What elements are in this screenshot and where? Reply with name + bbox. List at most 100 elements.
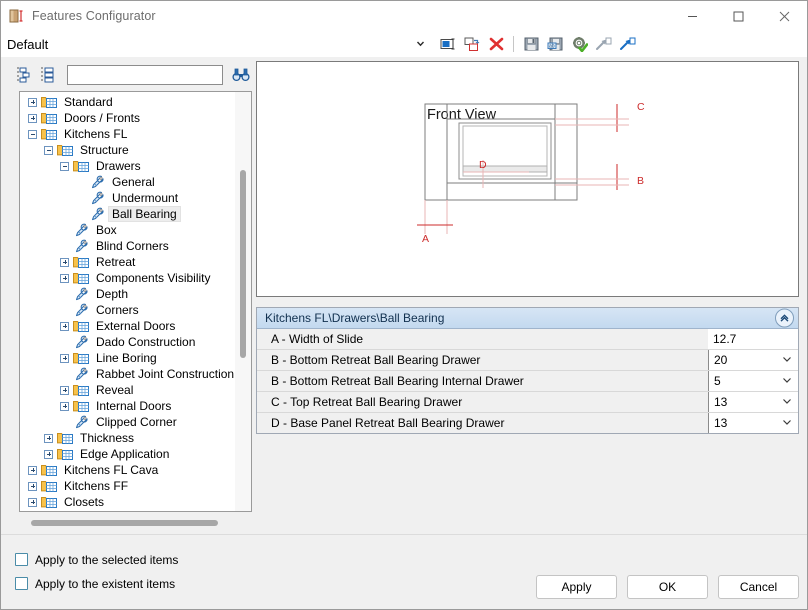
tree-node-spacer	[58, 368, 71, 381]
expand-node-icon[interactable]	[26, 96, 39, 109]
expand-node-icon[interactable]	[26, 464, 39, 477]
expand-node-icon[interactable]	[42, 432, 55, 445]
tree-horizontal-scrollbar[interactable]	[19, 514, 252, 531]
property-grid: Kitchens FL\Drawers\Ball Bearing A - Wid…	[256, 307, 799, 434]
binoculars-icon[interactable]	[230, 64, 252, 86]
checkbox-label: Apply to the existent items	[35, 576, 176, 591]
export-icon[interactable]	[592, 33, 614, 55]
import-icon[interactable]	[616, 33, 638, 55]
save-icon[interactable]	[520, 33, 542, 55]
tree-node[interactable]: Internal Doors	[20, 398, 251, 414]
tree-node[interactable]: Standard	[20, 94, 251, 110]
checkbox-row[interactable]: Apply to the selected items	[15, 548, 807, 572]
cancel-button[interactable]: Cancel	[718, 575, 799, 599]
apply-button[interactable]: Apply	[536, 575, 617, 599]
collapse-node-icon[interactable]	[26, 128, 39, 141]
tree-nodes: Standard Doors / Fronts Kitchens FL Structu…	[20, 92, 251, 511]
collapse-all-icon[interactable]	[15, 65, 35, 85]
close-button[interactable]	[761, 1, 807, 31]
duplicate-icon[interactable]	[461, 33, 483, 55]
expand-node-icon[interactable]	[58, 272, 71, 285]
tree-node[interactable]: Kitchens FL Cava	[20, 462, 251, 478]
tree-node-spacer	[58, 288, 71, 301]
preset-toolbar-row: Default ab	[1, 31, 807, 57]
tree-node[interactable]: Doors / Fronts	[20, 110, 251, 126]
tree-node[interactable]: Reveal	[20, 382, 251, 398]
tree-node[interactable]: Kitchens FL	[20, 126, 251, 142]
tree-node[interactable]: Rabbet Joint Construction	[20, 366, 251, 382]
tree-vertical-scrollbar[interactable]	[235, 92, 251, 511]
tree-node[interactable]: Line Boring	[20, 350, 251, 366]
expand-node-icon[interactable]	[58, 384, 71, 397]
tree-vscroll-thumb[interactable]	[240, 170, 246, 358]
chevron-down-icon[interactable]	[782, 353, 792, 367]
folder-icon	[41, 95, 58, 109]
main-toolbar: ab	[433, 31, 807, 57]
tree-node-label: Retreat	[96, 255, 136, 269]
property-combobox[interactable]: 20	[708, 350, 798, 370]
maximize-button[interactable]	[715, 1, 761, 31]
tree-node[interactable]: Clipped Corner	[20, 414, 251, 430]
chevron-down-icon[interactable]	[782, 395, 792, 409]
feature-item-icon	[73, 287, 90, 301]
collapse-panel-button[interactable]	[775, 308, 794, 328]
expand-node-icon[interactable]	[26, 112, 39, 125]
tree-node[interactable]: Closets	[20, 494, 251, 510]
tree-node[interactable]: Depth	[20, 286, 251, 302]
tree-node[interactable]: Thickness	[20, 430, 251, 446]
tree-node[interactable]: Structure	[20, 142, 251, 158]
expand-node-icon[interactable]	[42, 448, 55, 461]
tree-node[interactable]: Components Visibility	[20, 270, 251, 286]
expand-node-icon[interactable]	[26, 496, 39, 509]
chevron-down-icon[interactable]	[782, 416, 792, 430]
tree-node-label: Drawers	[96, 159, 141, 173]
tree-node[interactable]	[20, 510, 251, 511]
ok-button[interactable]: OK	[627, 575, 708, 599]
tree-node[interactable]: Box	[20, 222, 251, 238]
expand-node-icon[interactable]	[58, 400, 71, 413]
property-text-input[interactable]: 12.7	[708, 329, 798, 349]
property-row: D - Base Panel Retreat Ball Bearing Draw…	[257, 413, 798, 433]
checkbox[interactable]	[15, 577, 28, 590]
checkbox[interactable]	[15, 553, 28, 566]
search-input-wrapper[interactable]	[67, 65, 223, 85]
delete-icon[interactable]	[485, 33, 507, 55]
tree-node[interactable]: Corners	[20, 302, 251, 318]
expand-node-icon[interactable]	[58, 256, 71, 269]
expand-node-icon[interactable]	[58, 320, 71, 333]
tree-node[interactable]: Edge Application	[20, 446, 251, 462]
property-value: 13	[714, 416, 728, 430]
tree-node[interactable]: External Doors	[20, 318, 251, 334]
expand-all-icon[interactable]	[39, 65, 59, 85]
settings-apply-icon[interactable]	[568, 33, 590, 55]
tree-node[interactable]: Ball Bearing	[20, 206, 251, 222]
tree-node[interactable]: Retreat	[20, 254, 251, 270]
tree-hscroll-thumb[interactable]	[31, 520, 218, 526]
tree-node[interactable]: Dado Construction	[20, 334, 251, 350]
chevron-down-icon[interactable]	[782, 374, 792, 388]
tree-node-label: External Doors	[96, 319, 176, 333]
collapse-node-icon[interactable]	[42, 144, 55, 157]
property-combobox[interactable]: 5	[708, 371, 798, 391]
property-combobox[interactable]: 13	[708, 392, 798, 412]
tree-node[interactable]: General	[20, 174, 251, 190]
save-as-icon[interactable]: ab	[544, 33, 566, 55]
expand-node-icon[interactable]	[26, 480, 39, 493]
checkbox-label: Apply to the selected items	[35, 552, 179, 567]
tree-node[interactable]: Drawers	[20, 158, 251, 174]
collapse-node-icon[interactable]	[58, 160, 71, 173]
tree-node-spacer	[74, 192, 87, 205]
tree-node[interactable]: Kitchens FF	[20, 478, 251, 494]
rename-icon[interactable]	[437, 33, 459, 55]
search-input[interactable]	[68, 66, 222, 84]
folder-icon	[41, 495, 58, 509]
tree-view[interactable]: Standard Doors / Fronts Kitchens FL Structu…	[19, 91, 252, 512]
window-controls	[669, 1, 807, 31]
property-combobox[interactable]: 13	[708, 413, 798, 433]
expand-node-icon[interactable]	[58, 352, 71, 365]
preset-combobox[interactable]: Default	[1, 31, 433, 57]
tree-node[interactable]: Blind Corners	[20, 238, 251, 254]
feature-item-icon	[89, 191, 106, 205]
tree-node[interactable]: Undermount	[20, 190, 251, 206]
minimize-button[interactable]	[669, 1, 715, 31]
